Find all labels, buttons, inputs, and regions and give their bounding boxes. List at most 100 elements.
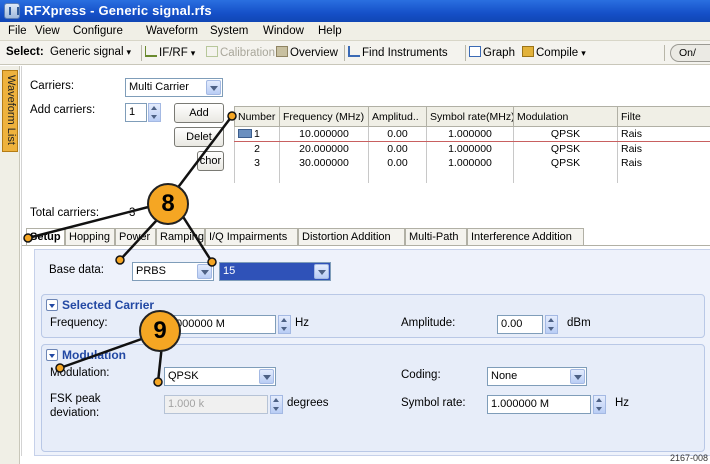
carrier-mode-value: Multi Carrier	[129, 81, 189, 93]
column-frequency[interactable]: Frequency (MHz)	[279, 106, 369, 127]
waveform-list-tab[interactable]: Waveform List	[2, 70, 18, 152]
tab-iq-impairments[interactable]: I/Q Impairments	[205, 228, 298, 245]
modulation-label: Modulation:	[50, 367, 110, 379]
window-title: RFXpress - Generic signal.rfs	[24, 3, 212, 18]
tab-distortion-addition[interactable]: Distortion Addition	[298, 228, 405, 245]
antenna-icon	[145, 46, 157, 57]
prbs-order-select[interactable]: 15	[219, 262, 331, 281]
compile-icon	[522, 46, 534, 57]
side-panel: Waveform List	[0, 66, 20, 464]
tab-multi-path[interactable]: Multi-Path	[405, 228, 467, 245]
total-carriers-label: Total carriers:	[30, 207, 100, 219]
select-label: Select:	[6, 46, 44, 58]
total-carriers-value: 3	[129, 207, 136, 219]
find-instruments-button[interactable]: Find Instruments	[348, 46, 448, 59]
menu-configure[interactable]: Configure	[73, 25, 123, 37]
carrier-table: Number Frequency (MHz) Amplitud.. Symbol…	[234, 106, 710, 183]
modulation-value: QPSK	[168, 370, 199, 382]
symbol-rate-input[interactable]: 1.000000 M	[487, 395, 591, 414]
cell-amplitude: 0.00	[368, 141, 427, 156]
toolbar-divider	[664, 45, 665, 61]
coding-label: Coding:	[401, 369, 441, 381]
delete-button[interactable]: Delet	[174, 127, 224, 147]
cell-frequency: 10.000000	[279, 126, 369, 142]
cell-frequency: 20.000000	[279, 141, 369, 156]
graph-button[interactable]: Graph	[469, 46, 515, 59]
toolbar-divider	[141, 45, 142, 61]
column-number[interactable]: Number	[234, 106, 280, 127]
main-panel: Carriers: Multi Carrier Add carriers: 1 …	[21, 66, 710, 456]
add-button[interactable]: Add	[174, 103, 224, 123]
dropdown-arrow-icon: ▾	[126, 47, 132, 57]
setup-panel: Base data: PRBS 15 Selected Carrier Freq…	[34, 249, 710, 456]
app-icon	[4, 3, 20, 19]
collapse-toggle-icon[interactable]	[46, 349, 58, 361]
signal-select[interactable]: Generic signal ▾	[50, 46, 131, 58]
calibration-button[interactable]: Calibration	[206, 46, 275, 59]
tab-setup[interactable]: Setup	[26, 228, 65, 246]
cell-amplitude: 0.00	[368, 126, 427, 142]
amplitude-label: Amplitude:	[401, 317, 456, 329]
modulation-select[interactable]: QPSK	[164, 367, 276, 386]
menu-waveform[interactable]: Waveform	[146, 25, 198, 37]
coding-select[interactable]: None	[487, 367, 587, 386]
overview-icon	[276, 46, 288, 57]
add-carriers-count[interactable]: 1	[125, 103, 147, 122]
anchor-button[interactable]: chor	[197, 151, 224, 171]
figure-number: 2167-008	[669, 453, 708, 463]
fsk-peak-input[interactable]: 1.000 k	[164, 395, 268, 414]
amplitude-stepper[interactable]	[545, 315, 558, 334]
frequency-stepper[interactable]	[278, 315, 291, 334]
ifrf-label: IF/RF	[159, 47, 188, 59]
compile-label: Compile	[536, 47, 579, 59]
frequency-input[interactable]: 000000 M	[172, 315, 276, 334]
collapse-toggle-icon[interactable]	[46, 299, 58, 311]
tab-ramping[interactable]: Ramping	[156, 228, 205, 245]
on-off-toggle[interactable]: On/	[670, 44, 710, 62]
carriers-label: Carriers:	[30, 80, 75, 92]
base-data-label: Base data:	[49, 264, 104, 276]
calibration-label: Calibration	[220, 47, 275, 59]
table-row-empty	[234, 170, 710, 183]
compile-button[interactable]: Compile ▾	[522, 46, 586, 59]
selected-carrier-title: Selected Carrier	[62, 298, 155, 312]
cell-number: 1	[254, 128, 260, 140]
overview-label: Overview	[290, 47, 338, 59]
symbol-rate-stepper[interactable]	[593, 395, 606, 414]
table-row[interactable]: 1 10.000000 0.00 1.000000 QPSK Rais	[234, 126, 710, 142]
table-row[interactable]: 2 20.000000 0.00 1.000000 QPSK Rais	[234, 141, 710, 156]
cell-modulation: QPSK	[513, 156, 618, 170]
table-row[interactable]: 3 30.000000 0.00 1.000000 QPSK Rais	[234, 156, 710, 170]
fsk-deviation-label: deviation:	[50, 407, 100, 419]
prbs-order-value: 15	[223, 265, 236, 277]
menu-system[interactable]: System	[210, 25, 248, 37]
amplitude-input[interactable]: 0.00	[497, 315, 543, 334]
carrier-mode-select[interactable]: Multi Carrier	[125, 78, 223, 97]
tab-interference-addition[interactable]: Interference Addition	[467, 228, 584, 245]
tab-hopping[interactable]: Hopping	[65, 228, 115, 245]
column-amplitude[interactable]: Amplitud..	[368, 106, 427, 127]
cell-filter: Rais	[617, 141, 710, 156]
waveform-list-tab-label: Waveform List	[5, 75, 17, 145]
column-filter[interactable]: Filte	[617, 106, 710, 127]
fsk-peak-stepper[interactable]	[270, 395, 283, 414]
fsk-peak-label: FSK peak	[50, 393, 101, 405]
menu-file[interactable]: File	[8, 25, 27, 37]
menu-help[interactable]: Help	[318, 25, 342, 37]
column-modulation[interactable]: Modulation	[513, 106, 618, 127]
dropdown-arrow-icon: ▾	[581, 48, 586, 58]
find-instruments-icon	[348, 46, 360, 57]
amplitude-unit: dBm	[567, 317, 591, 329]
selected-row-icon	[238, 129, 252, 138]
menu-window[interactable]: Window	[263, 25, 304, 37]
tab-power[interactable]: Power	[115, 228, 156, 245]
add-carriers-stepper[interactable]	[148, 103, 161, 122]
base-data-select[interactable]: PRBS	[132, 262, 214, 281]
base-data-value: PRBS	[136, 265, 166, 277]
cell-amplitude: 0.00	[368, 156, 427, 170]
overview-button[interactable]: Overview	[276, 46, 338, 59]
column-symbol-rate[interactable]: Symbol rate(MHz)	[426, 106, 514, 127]
menu-view[interactable]: View	[35, 25, 60, 37]
ifrf-button[interactable]: IF/RF ▾	[145, 46, 195, 59]
dropdown-arrow-icon: ▾	[190, 48, 196, 58]
